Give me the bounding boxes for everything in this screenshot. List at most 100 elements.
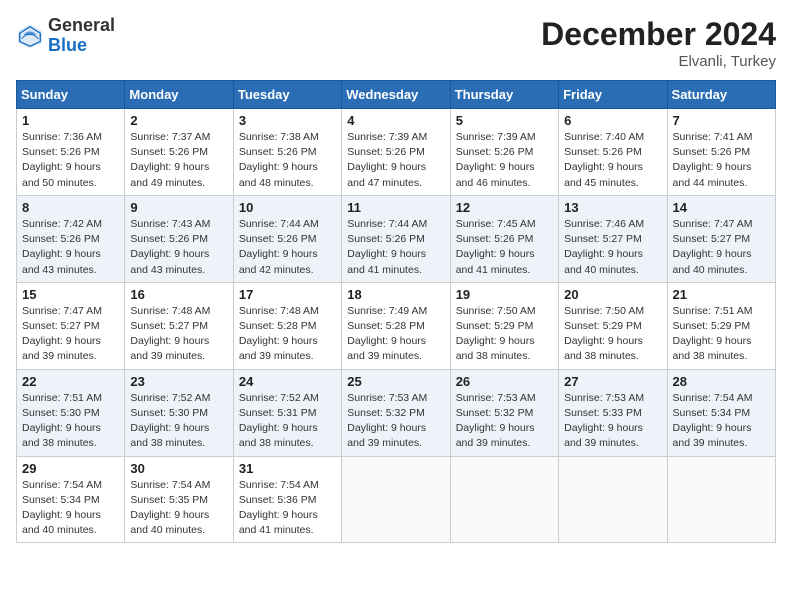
calendar-cell: 1 Sunrise: 7:36 AMSunset: 5:26 PMDaylight…: [17, 109, 125, 196]
location: Elvanli, Turkey: [541, 53, 776, 70]
calendar-cell: 27 Sunrise: 7:53 AMSunset: 5:33 PMDayligh…: [559, 369, 667, 456]
calendar-cell: [667, 456, 775, 543]
day-number: 2: [130, 113, 227, 128]
calendar-cell: 24 Sunrise: 7:52 AMSunset: 5:31 PMDayligh…: [233, 369, 341, 456]
day-info: Sunrise: 7:52 AMSunset: 5:31 PMDaylight:…: [239, 391, 336, 452]
calendar-cell: 10Sunrise: 7:44 AMSunset: 5:26 PMDayligh…: [233, 195, 341, 282]
weekday-header-thursday: Thursday: [450, 81, 558, 109]
day-info: Sunrise: 7:53 AMSunset: 5:33 PMDaylight:…: [564, 391, 661, 452]
day-info: Sunrise: 7:41 AMSunset: 5:26 PMDaylight:…: [673, 130, 770, 191]
calendar-table: SundayMondayTuesdayWednesdayThursdayFrid…: [16, 80, 776, 543]
calendar-cell: 29 Sunrise: 7:54 AMSunset: 5:34 PMDayligh…: [17, 456, 125, 543]
day-number: 5: [456, 113, 553, 128]
day-info: Sunrise: 7:49 AMSunset: 5:28 PMDaylight:…: [347, 304, 444, 365]
calendar-cell: 9Sunrise: 7:43 AMSunset: 5:26 PMDaylight…: [125, 195, 233, 282]
day-number: 24: [239, 374, 336, 389]
day-info: Sunrise: 7:54 AMSunset: 5:34 PMDaylight:…: [673, 391, 770, 452]
day-number: 29: [22, 461, 119, 476]
weekday-header-wednesday: Wednesday: [342, 81, 450, 109]
day-number: 3: [239, 113, 336, 128]
calendar-cell: 6Sunrise: 7:40 AMSunset: 5:26 PMDaylight…: [559, 109, 667, 196]
weekday-header-saturday: Saturday: [667, 81, 775, 109]
day-info: Sunrise: 7:51 AMSunset: 5:29 PMDaylight:…: [673, 304, 770, 365]
day-info: Sunrise: 7:46 AMSunset: 5:27 PMDaylight:…: [564, 217, 661, 278]
calendar-cell: 15Sunrise: 7:47 AMSunset: 5:27 PMDayligh…: [17, 282, 125, 369]
day-number: 13: [564, 200, 661, 215]
day-number: 16: [130, 287, 227, 302]
calendar-cell: 13 Sunrise: 7:46 AMSunset: 5:27 PMDayligh…: [559, 195, 667, 282]
month-title: December 2024: [541, 16, 776, 53]
logo-text: General Blue: [48, 16, 115, 56]
calendar-week-row: 8 Sunrise: 7:42 AMSunset: 5:26 PMDaylight…: [17, 195, 776, 282]
day-number: 31: [239, 461, 336, 476]
day-number: 30: [130, 461, 227, 476]
calendar-cell: 5 Sunrise: 7:39 AMSunset: 5:26 PMDaylight…: [450, 109, 558, 196]
day-info: Sunrise: 7:53 AMSunset: 5:32 PMDaylight:…: [456, 391, 553, 452]
logo: General Blue: [16, 16, 115, 56]
day-info: Sunrise: 7:47 AMSunset: 5:27 PMDaylight:…: [22, 304, 119, 365]
calendar-cell: 25Sunrise: 7:53 AMSunset: 5:32 PMDayligh…: [342, 369, 450, 456]
calendar-cell: [450, 456, 558, 543]
day-number: 25: [347, 374, 444, 389]
calendar-cell: 12Sunrise: 7:45 AMSunset: 5:26 PMDayligh…: [450, 195, 558, 282]
title-block: December 2024 Elvanli, Turkey: [541, 16, 776, 70]
day-info: Sunrise: 7:38 AMSunset: 5:26 PMDaylight:…: [239, 130, 336, 191]
calendar-cell: 26 Sunrise: 7:53 AMSunset: 5:32 PMDayligh…: [450, 369, 558, 456]
logo-blue: Blue: [48, 35, 87, 55]
day-number: 27: [564, 374, 661, 389]
calendar-cell: 8 Sunrise: 7:42 AMSunset: 5:26 PMDaylight…: [17, 195, 125, 282]
calendar-cell: 4Sunrise: 7:39 AMSunset: 5:26 PMDaylight…: [342, 109, 450, 196]
day-info: Sunrise: 7:54 AMSunset: 5:35 PMDaylight:…: [130, 478, 227, 539]
weekday-header-monday: Monday: [125, 81, 233, 109]
calendar-cell: 17Sunrise: 7:48 AMSunset: 5:28 PMDayligh…: [233, 282, 341, 369]
calendar-cell: 31Sunrise: 7:54 AMSunset: 5:36 PMDayligh…: [233, 456, 341, 543]
calendar-cell: 16 Sunrise: 7:48 AMSunset: 5:27 PMDayligh…: [125, 282, 233, 369]
calendar-cell: 19Sunrise: 7:50 AMSunset: 5:29 PMDayligh…: [450, 282, 558, 369]
calendar-cell: 7 Sunrise: 7:41 AMSunset: 5:26 PMDaylight…: [667, 109, 775, 196]
day-number: 1: [22, 113, 119, 128]
day-info: Sunrise: 7:36 AMSunset: 5:26 PMDaylight:…: [22, 130, 119, 191]
day-number: 17: [239, 287, 336, 302]
day-info: Sunrise: 7:42 AMSunset: 5:26 PMDaylight:…: [22, 217, 119, 278]
page-header: General Blue December 2024 Elvanli, Turk…: [16, 16, 776, 70]
logo-icon: [16, 22, 44, 50]
day-info: Sunrise: 7:52 AMSunset: 5:30 PMDaylight:…: [130, 391, 227, 452]
day-info: Sunrise: 7:37 AMSunset: 5:26 PMDaylight:…: [130, 130, 227, 191]
day-number: 23: [130, 374, 227, 389]
day-info: Sunrise: 7:40 AMSunset: 5:26 PMDaylight:…: [564, 130, 661, 191]
calendar-week-row: 15Sunrise: 7:47 AMSunset: 5:27 PMDayligh…: [17, 282, 776, 369]
day-info: Sunrise: 7:48 AMSunset: 5:27 PMDaylight:…: [130, 304, 227, 365]
day-number: 28: [673, 374, 770, 389]
calendar-cell: 23 Sunrise: 7:52 AMSunset: 5:30 PMDayligh…: [125, 369, 233, 456]
calendar-cell: 21Sunrise: 7:51 AMSunset: 5:29 PMDayligh…: [667, 282, 775, 369]
day-info: Sunrise: 7:54 AMSunset: 5:34 PMDaylight:…: [22, 478, 119, 539]
calendar-week-row: 29 Sunrise: 7:54 AMSunset: 5:34 PMDayligh…: [17, 456, 776, 543]
weekday-header-sunday: Sunday: [17, 81, 125, 109]
day-info: Sunrise: 7:44 AMSunset: 5:26 PMDaylight:…: [347, 217, 444, 278]
calendar-cell: 28 Sunrise: 7:54 AMSunset: 5:34 PMDayligh…: [667, 369, 775, 456]
calendar-week-row: 1 Sunrise: 7:36 AMSunset: 5:26 PMDaylight…: [17, 109, 776, 196]
day-info: Sunrise: 7:43 AMSunset: 5:26 PMDaylight:…: [130, 217, 227, 278]
day-info: Sunrise: 7:39 AMSunset: 5:26 PMDaylight:…: [347, 130, 444, 191]
day-number: 20: [564, 287, 661, 302]
logo-general: General: [48, 15, 115, 35]
weekday-header-row: SundayMondayTuesdayWednesdayThursdayFrid…: [17, 81, 776, 109]
day-number: 22: [22, 374, 119, 389]
day-info: Sunrise: 7:47 AMSunset: 5:27 PMDaylight:…: [673, 217, 770, 278]
calendar-cell: 22Sunrise: 7:51 AMSunset: 5:30 PMDayligh…: [17, 369, 125, 456]
day-number: 7: [673, 113, 770, 128]
day-number: 12: [456, 200, 553, 215]
calendar-cell: 2 Sunrise: 7:37 AMSunset: 5:26 PMDaylight…: [125, 109, 233, 196]
day-number: 8: [22, 200, 119, 215]
calendar-cell: [342, 456, 450, 543]
day-number: 14: [673, 200, 770, 215]
day-info: Sunrise: 7:50 AMSunset: 5:29 PMDaylight:…: [564, 304, 661, 365]
calendar-cell: 14 Sunrise: 7:47 AMSunset: 5:27 PMDayligh…: [667, 195, 775, 282]
calendar-week-row: 22Sunrise: 7:51 AMSunset: 5:30 PMDayligh…: [17, 369, 776, 456]
day-number: 26: [456, 374, 553, 389]
day-info: Sunrise: 7:39 AMSunset: 5:26 PMDaylight:…: [456, 130, 553, 191]
calendar-cell: [559, 456, 667, 543]
day-number: 19: [456, 287, 553, 302]
weekday-header-friday: Friday: [559, 81, 667, 109]
calendar-cell: 18Sunrise: 7:49 AMSunset: 5:28 PMDayligh…: [342, 282, 450, 369]
